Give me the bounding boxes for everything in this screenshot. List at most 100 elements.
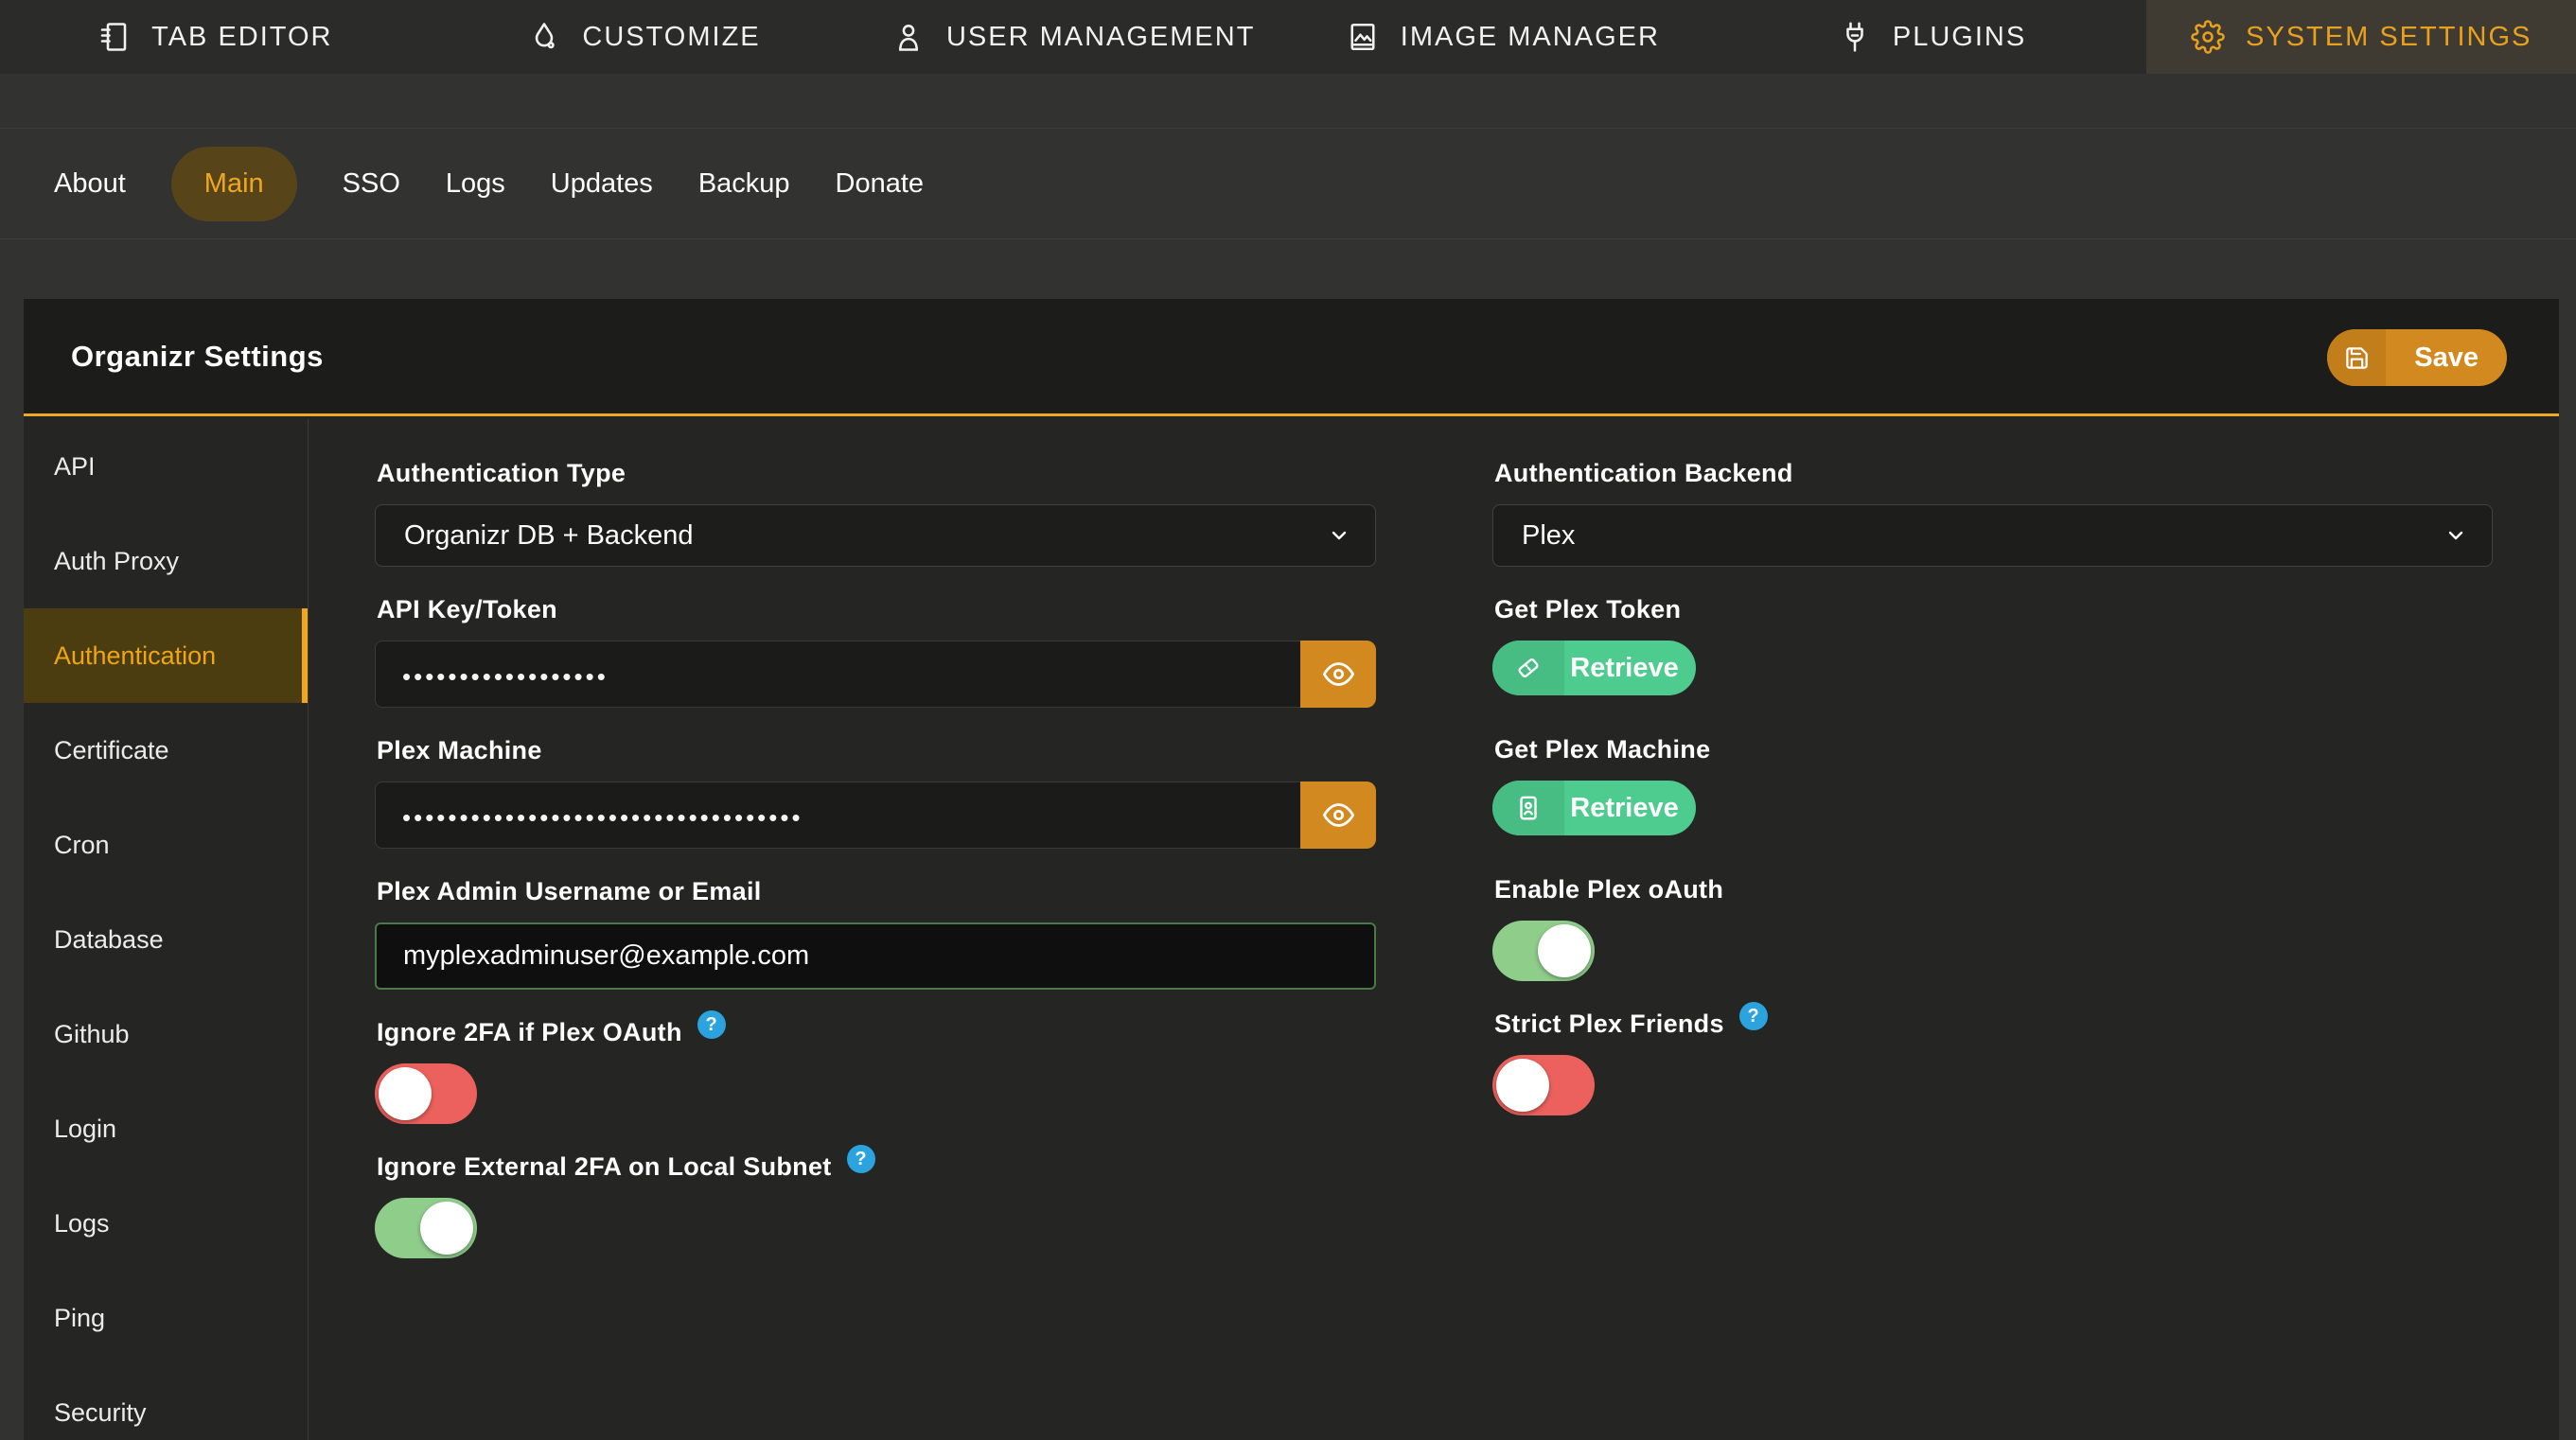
tab-label: SYSTEM SETTINGS [2246,22,2532,53]
settings-sidebar: API Auth Proxy Authentication Certificat… [24,419,309,1440]
tab-label: PLUGINS [1893,22,2026,53]
user-management-icon [891,20,926,54]
plex-machine-input[interactable]: ••••••••••••••••••••••••••••••••••• [375,781,1300,849]
select-value: Plex [1522,520,1575,552]
field-authentication-type: Authentication Type Organizr DB + Backen… [375,457,1376,567]
toggle-knob [420,1202,473,1255]
retrieve-button-label: Retrieve [1564,781,1696,835]
reveal-plex-machine-button[interactable] [1300,781,1376,849]
field-get-plex-machine: Get Plex Machine Retrieve [1492,733,2493,835]
field-label: Authentication Backend [1494,457,2493,489]
field-get-plex-token: Get Plex Token Retrieve [1492,593,2493,695]
field-strict-plex-friends: Strict Plex Friends ? [1492,1008,2493,1115]
field-plex-admin: Plex Admin Username or Email [375,875,1376,990]
toggle-knob [379,1067,432,1120]
tab-plugins[interactable]: PLUGINS [1718,0,2147,74]
eye-icon [1323,799,1354,831]
field-label: Strict Plex Friends [1494,1010,1724,1039]
authentication-backend-select[interactable]: Plex [1492,504,2493,567]
toggle-knob [1496,1059,1549,1112]
subnav-item-backup[interactable]: Backup [698,168,790,200]
tab-label: IMAGE MANAGER [1401,22,1660,53]
system-settings-icon [2191,20,2225,54]
field-enable-plex-oauth: Enable Plex oAuth [1492,873,2493,981]
enable-plex-oauth-toggle[interactable] [1492,921,1595,981]
field-plex-machine: Plex Machine •••••••••••••••••••••••••••… [375,734,1376,849]
save-button-label: Save [2386,329,2507,386]
retrieve-plex-token-button[interactable]: Retrieve [1492,641,1696,695]
settings-column-right: Authentication Backend Plex Get Plex Tok… [1492,419,2493,1142]
chevron-down-icon [1328,524,1350,547]
field-ignore-external-2fa: Ignore External 2FA on Local Subnet ? [375,1150,1376,1258]
customize-icon [527,20,561,54]
field-label: Ignore External 2FA on Local Subnet [377,1152,832,1182]
sidebar-item-cron[interactable]: Cron [24,798,308,892]
sidebar-item-login[interactable]: Login [24,1081,308,1176]
chevron-down-icon [2444,524,2467,547]
ignore-external-2fa-toggle[interactable] [375,1198,477,1258]
help-icon[interactable]: ? [697,1010,726,1039]
tab-label: TAB EDITOR [151,22,332,53]
field-label: Get Plex Machine [1494,733,2493,765]
save-icon [2327,329,2386,386]
eye-icon [1323,659,1354,690]
sidebar-item-logs[interactable]: Logs [24,1176,308,1271]
subnav-item-main[interactable]: Main [171,147,297,221]
subnav-item-sso[interactable]: SSO [343,168,400,200]
field-label: API Key/Token [377,593,1376,625]
plugins-icon [1838,20,1872,54]
sidebar-item-security[interactable]: Security [24,1365,308,1440]
sidebar-item-database[interactable]: Database [24,892,308,987]
subnav-item-updates[interactable]: Updates [551,168,653,200]
field-label: Authentication Type [377,457,1376,489]
select-value: Organizr DB + Backend [404,520,693,552]
help-icon[interactable]: ? [847,1145,875,1173]
retrieve-button-label: Retrieve [1564,641,1696,695]
tab-customize[interactable]: CUSTOMIZE [430,0,859,74]
sidebar-item-certificate[interactable]: Certificate [24,703,308,798]
field-authentication-backend: Authentication Backend Plex [1492,457,2493,567]
sidebar-item-api[interactable]: API [24,419,308,514]
tab-label: CUSTOMIZE [582,22,760,53]
sidebar-item-ping[interactable]: Ping [24,1271,308,1365]
api-key-input[interactable]: •••••••••••••••••• [375,641,1300,708]
field-label: Plex Admin Username or Email [377,875,1376,907]
tab-tab-editor[interactable]: TAB EDITOR [0,0,430,74]
tab-label: USER MANAGEMENT [946,22,1255,53]
subnav-item-donate[interactable]: Donate [836,168,925,200]
tab-editor-icon [97,20,131,54]
tab-system-settings[interactable]: SYSTEM SETTINGS [2146,0,2576,74]
top-navigation: TAB EDITOR CUSTOMIZE USER MANAGEMENT IMA… [0,0,2576,74]
image-manager-icon [1346,20,1380,54]
field-label: Ignore 2FA if Plex OAuth [377,1018,682,1047]
tab-user-management[interactable]: USER MANAGEMENT [858,0,1288,74]
help-icon[interactable]: ? [1739,1002,1768,1030]
panel-header: Organizr Settings Save [24,299,2559,416]
organizr-settings-panel: Organizr Settings Save API Auth Proxy Au… [24,299,2559,1440]
sidebar-item-auth-proxy[interactable]: Auth Proxy [24,514,308,608]
tab-image-manager[interactable]: IMAGE MANAGER [1288,0,1718,74]
ticket-icon [1492,641,1564,695]
field-label: Enable Plex oAuth [1494,873,2493,905]
settings-subnav: About Main SSO Logs Updates Backup Donat… [0,128,2576,239]
sidebar-item-github[interactable]: Github [24,987,308,1081]
sidebar-item-authentication[interactable]: Authentication [24,608,308,703]
field-label: Get Plex Token [1494,593,2493,625]
subnav-item-logs[interactable]: Logs [446,168,505,200]
page-title: Organizr Settings [71,340,324,374]
authentication-type-select[interactable]: Organizr DB + Backend [375,504,1376,567]
retrieve-plex-machine-button[interactable]: Retrieve [1492,781,1696,835]
field-ignore-2fa: Ignore 2FA if Plex OAuth ? [375,1016,1376,1124]
settings-content: Authentication Type Organizr DB + Backen… [309,419,2559,1440]
subnav-item-about[interactable]: About [54,168,126,200]
toggle-knob [1538,924,1591,977]
strict-plex-friends-toggle[interactable] [1492,1055,1595,1115]
field-label: Plex Machine [377,734,1376,766]
settings-column-left: Authentication Type Organizr DB + Backen… [375,419,1376,1285]
ignore-2fa-toggle[interactable] [375,1063,477,1124]
save-button[interactable]: Save [2327,329,2507,386]
id-badge-icon [1492,781,1564,835]
plex-admin-input[interactable] [375,922,1376,990]
field-api-key: API Key/Token •••••••••••••••••• [375,593,1376,708]
reveal-api-key-button[interactable] [1300,641,1376,708]
